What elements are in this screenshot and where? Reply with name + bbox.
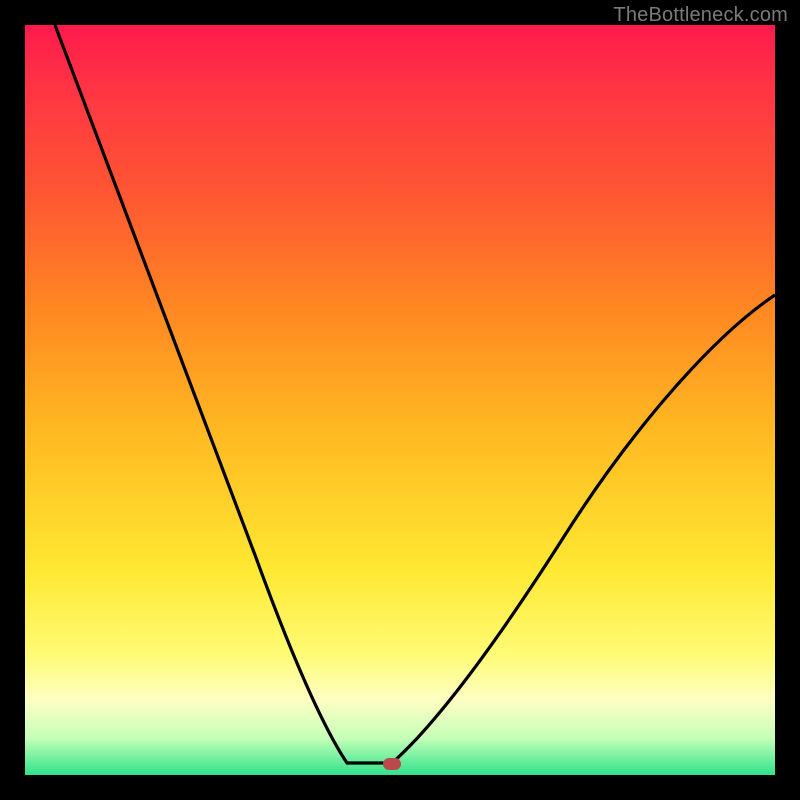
curve-path: [55, 25, 775, 763]
plot-area: [25, 25, 775, 775]
watermark-text: TheBottleneck.com: [613, 4, 788, 27]
bottleneck-curve: [25, 25, 775, 775]
chart-frame: TheBottleneck.com: [0, 0, 800, 800]
optimal-marker: [383, 758, 401, 770]
